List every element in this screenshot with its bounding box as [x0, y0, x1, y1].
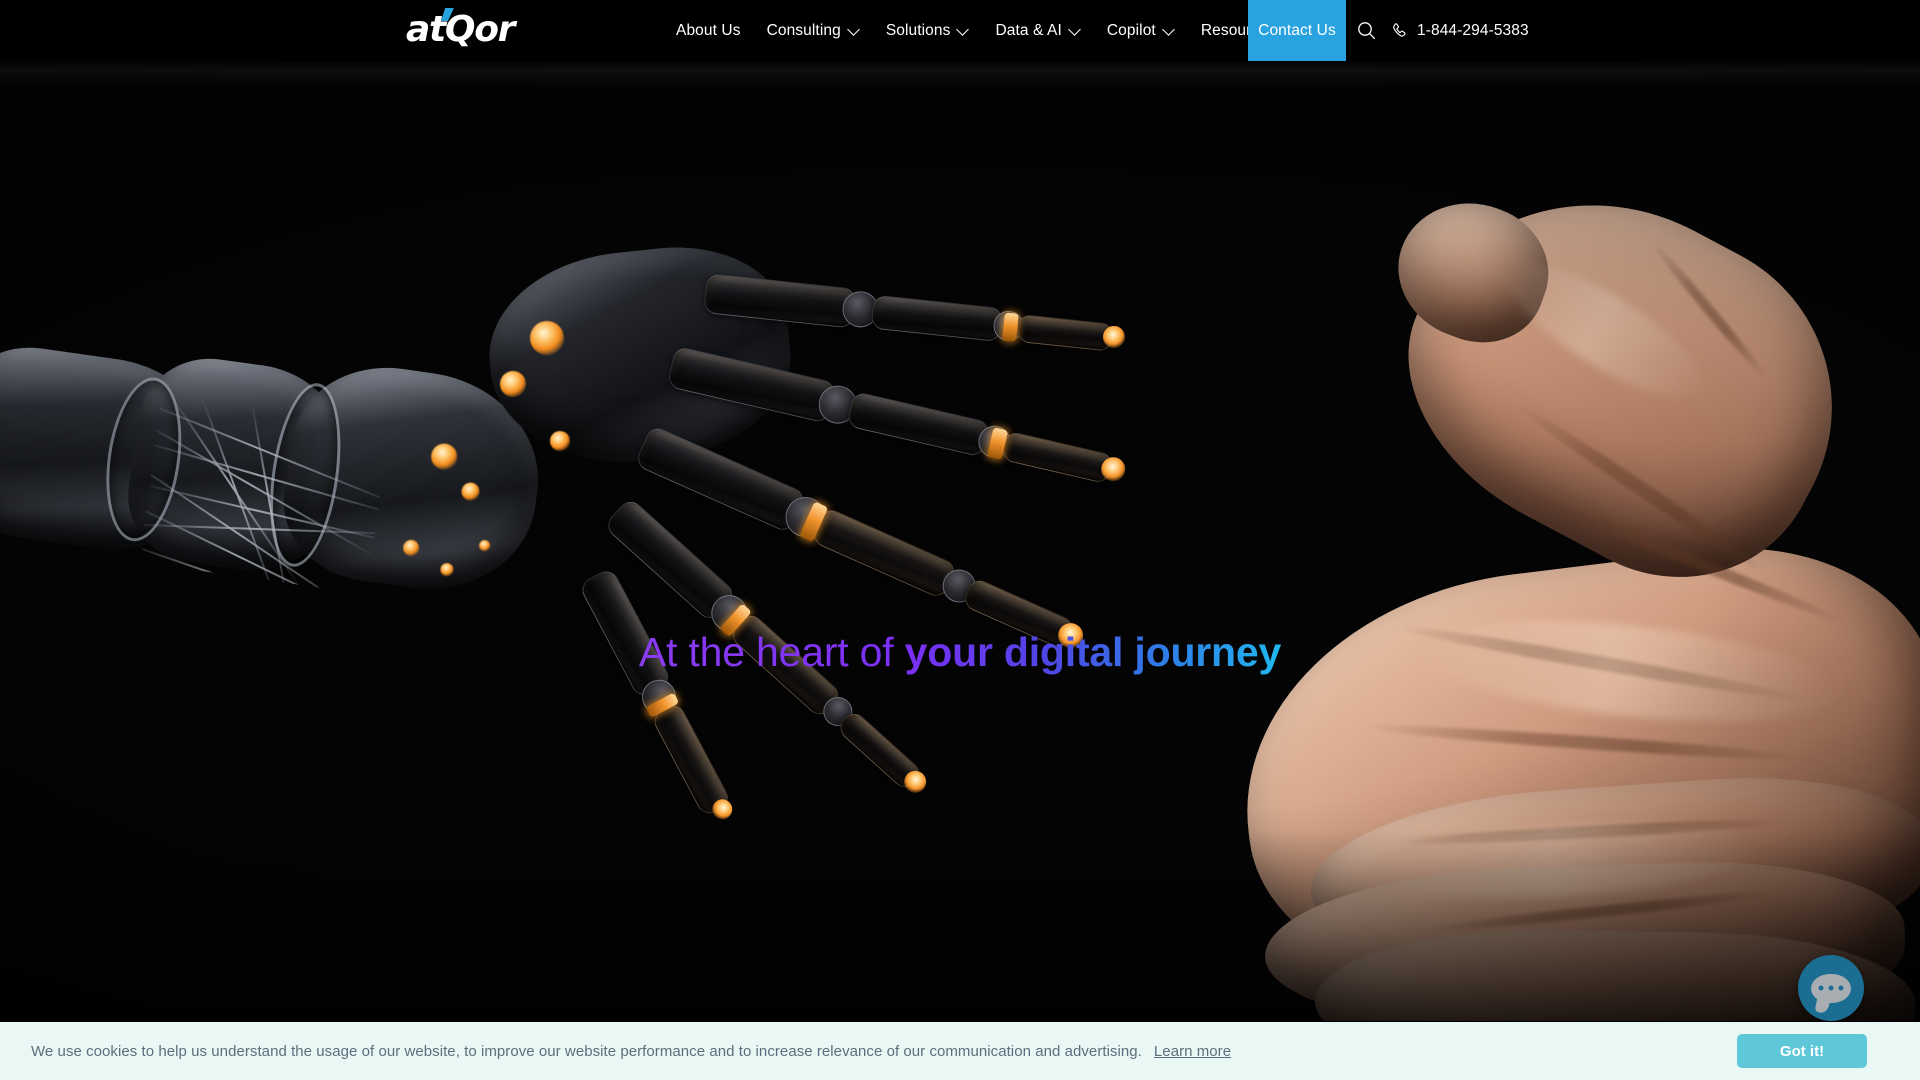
arm-cable-bundle [138, 389, 391, 595]
robotic-hand-graphic [479, 221, 1128, 823]
page-root: atQor About Us Consulting Solutions Data… [0, 0, 1920, 1080]
header-utilities: 1-844-294-5383 [1355, 0, 1529, 61]
chevron-down-icon [1164, 24, 1175, 35]
nav-item-copilot[interactable]: Copilot [1094, 0, 1188, 61]
contact-us-button[interactable]: Contact Us [1248, 0, 1346, 61]
search-icon[interactable] [1355, 20, 1377, 42]
phone-number: 1-844-294-5383 [1417, 21, 1529, 39]
chevron-down-icon [958, 24, 969, 35]
phone-icon [1391, 22, 1408, 39]
hero-heading: At the heart of your digital journey [0, 627, 1920, 678]
human-hand-graphic [1060, 134, 1920, 1021]
primary-navigation: About Us Consulting Solutions Data & AI … [663, 0, 1308, 61]
nav-item-consulting[interactable]: Consulting [754, 0, 873, 61]
nav-item-about-us[interactable]: About Us [663, 0, 754, 61]
cookie-learn-more-link[interactable]: Learn more [1154, 1043, 1231, 1060]
nav-label: Consulting [766, 21, 841, 39]
hero-heading-light: At the heart of [638, 629, 905, 675]
nav-container: atQor About Us Consulting Solutions Data… [0, 0, 1920, 61]
cookie-accept-button[interactable]: Got it! [1737, 1034, 1867, 1068]
chat-widget-button[interactable] [1798, 955, 1864, 1021]
nav-label: Copilot [1106, 21, 1156, 39]
site-header: atQor About Us Consulting Solutions Data… [0, 0, 1920, 61]
phone-link[interactable]: 1-844-294-5383 [1391, 22, 1529, 40]
nav-item-solutions[interactable]: Solutions [873, 0, 983, 61]
hero-section: At the heart of your digital journey [0, 61, 1920, 1021]
logo-text: atQor [406, 9, 515, 50]
chat-bubble-icon [1811, 973, 1851, 1003]
nav-label: Data & AI [995, 21, 1062, 39]
cookie-message: We use cookies to help us understand the… [31, 1042, 1142, 1060]
chevron-down-icon [1070, 24, 1081, 35]
nav-label: About Us [676, 21, 741, 39]
cookie-message-wrapper: We use cookies to help us understand the… [31, 1043, 1231, 1060]
chat-dots-icon [1818, 985, 1844, 991]
hero-heading-bold: your digital journey [904, 629, 1282, 675]
nav-label: Solutions [885, 21, 951, 39]
nav-item-data-and-ai[interactable]: Data & AI [982, 0, 1093, 61]
site-logo[interactable]: atQor [406, 9, 515, 50]
cookie-consent-bar: We use cookies to help us understand the… [0, 1022, 1920, 1080]
chevron-down-icon [849, 24, 860, 35]
hero-background-image [0, 61, 1920, 1021]
